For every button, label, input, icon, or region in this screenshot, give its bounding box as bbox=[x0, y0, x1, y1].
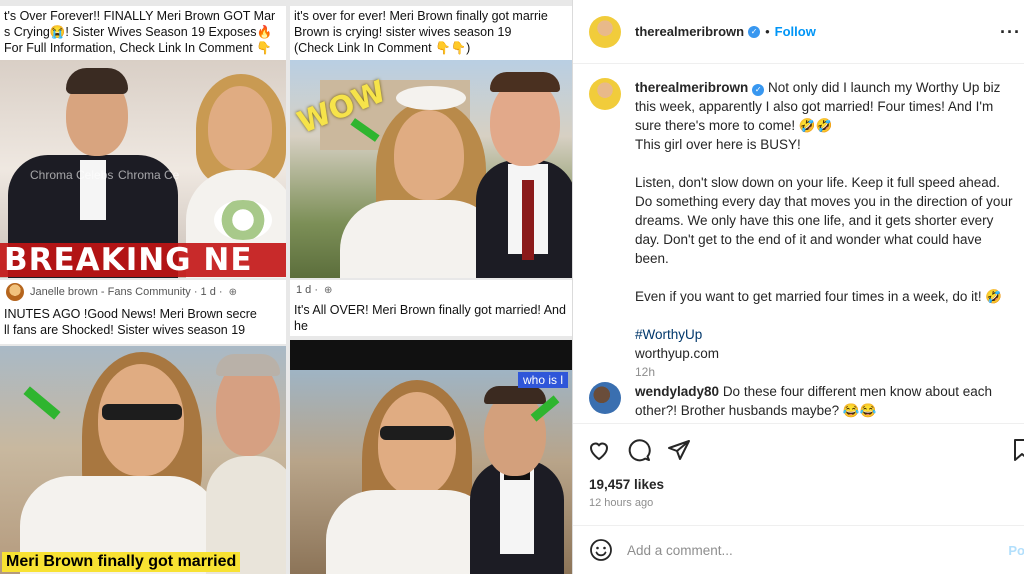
avatar[interactable] bbox=[589, 15, 621, 48]
watermark-left: Chroma Celebs bbox=[30, 168, 114, 182]
comment-item: wendylady80 Do these four different men … bbox=[589, 382, 1019, 420]
likes-count[interactable]: 19,457 likes bbox=[589, 477, 664, 492]
comment-icon[interactable] bbox=[627, 438, 651, 462]
avatar[interactable] bbox=[589, 382, 621, 414]
post-header: therealmeribrown ✓ • Follow ··· bbox=[573, 0, 1024, 64]
mid-left-meta-text: Janelle brown - Fans Community · 1 d · bbox=[30, 286, 223, 298]
bottom-banner: Meri Brown finally got married bbox=[2, 552, 241, 572]
who-is-tag: who is l bbox=[518, 372, 569, 388]
caption-username[interactable]: therealmeribrown bbox=[635, 80, 748, 95]
hashtag-link[interactable]: #WorthyUp bbox=[635, 325, 1019, 344]
post-caption-block: therealmeribrown ✓ Not only did I launch … bbox=[589, 78, 1019, 382]
comment-input[interactable] bbox=[627, 542, 967, 558]
top-right-caption: it's over for ever! Meri Brown finally g… bbox=[290, 6, 572, 60]
header-username[interactable]: therealmeribrown bbox=[635, 24, 744, 39]
mid-right-caption: It's All OVER! Meri Brown finally got ma… bbox=[290, 300, 572, 336]
action-bar bbox=[573, 423, 1024, 475]
website-link[interactable]: worthyup.com bbox=[635, 344, 1019, 363]
verified-icon: ✓ bbox=[748, 25, 761, 38]
add-comment-bar: Po bbox=[573, 525, 1024, 574]
post-caption: therealmeribrown ✓ Not only did I launch … bbox=[635, 78, 1019, 382]
page-avatar-icon bbox=[6, 283, 24, 301]
caption-para3: Even if you want to get married four tim… bbox=[635, 289, 1003, 304]
caption-line2: This girl over here is BUSY! bbox=[635, 137, 801, 152]
news-collage-image: t's Over Forever!! FINALLY Meri Brown GO… bbox=[0, 0, 572, 574]
avatar[interactable] bbox=[589, 78, 621, 110]
mid-left-meta: Janelle brown - Fans Community · 1 d · ⊕ bbox=[0, 280, 286, 304]
mid-right-meta: 1 d · ⊕ bbox=[290, 280, 572, 300]
breaking-news-banner: BREAKING NE bbox=[0, 243, 286, 277]
instagram-post-panel: therealmeribrown ✓ • Follow ··· therealm… bbox=[572, 0, 1024, 574]
mid-left-caption: INUTES AGO !Good News! Meri Brown secre … bbox=[0, 304, 286, 344]
bookmark-icon[interactable] bbox=[1013, 438, 1024, 462]
globe-icon: ⊕ bbox=[228, 286, 237, 298]
comment-body: wendylady80 Do these four different men … bbox=[635, 382, 1019, 420]
bottom-left-photo bbox=[0, 346, 286, 574]
verified-icon: ✓ bbox=[752, 84, 765, 96]
follow-button[interactable]: Follow bbox=[775, 24, 816, 39]
watermark-right: Chroma Ce bbox=[118, 168, 180, 182]
mid-right-meta-text: 1 d · bbox=[296, 284, 319, 296]
posted-time: 12 hours ago bbox=[589, 497, 654, 509]
comment-username[interactable]: wendylady80 bbox=[635, 384, 719, 399]
post-comment-button[interactable]: Po bbox=[1008, 543, 1024, 558]
caption-para2: Listen, don't slow down on your life. Ke… bbox=[635, 175, 1013, 266]
emoji-icon[interactable] bbox=[589, 538, 613, 562]
dot-separator: • bbox=[765, 24, 770, 39]
share-icon[interactable] bbox=[667, 438, 691, 462]
post-time: 12h bbox=[635, 365, 656, 379]
heart-icon[interactable] bbox=[587, 438, 611, 462]
globe-icon: ⊕ bbox=[324, 284, 333, 296]
top-left-caption: t's Over Forever!! FINALLY Meri Brown GO… bbox=[0, 6, 286, 60]
more-options-icon[interactable]: ··· bbox=[1000, 22, 1021, 43]
